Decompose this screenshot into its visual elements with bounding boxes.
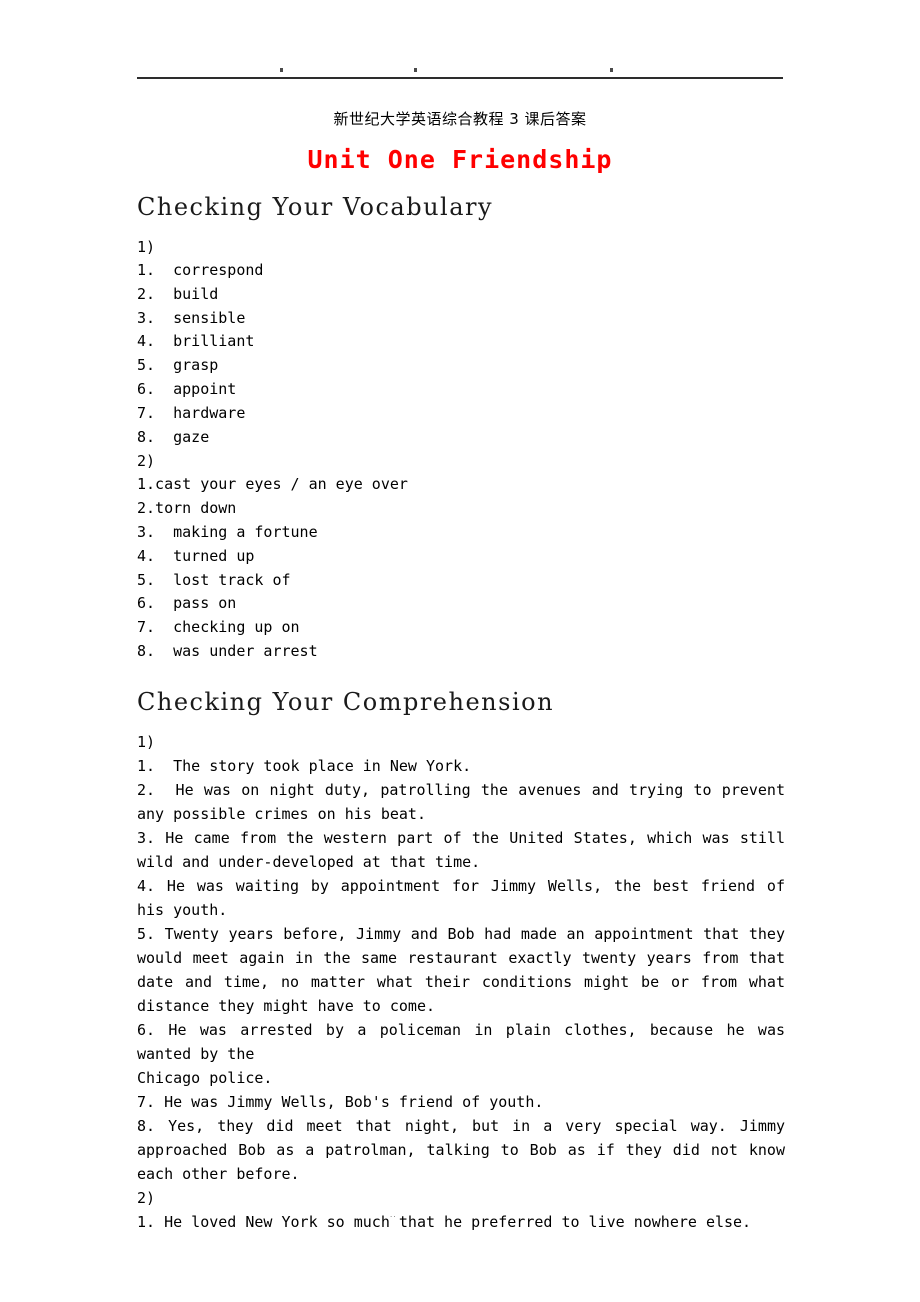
list-item: 8. gaze xyxy=(137,427,210,446)
header-divider xyxy=(137,77,783,79)
list-item: 3. He came from the western part of the … xyxy=(137,828,795,871)
list-item: 4. He was waiting by appointment for Jim… xyxy=(137,876,795,919)
document-subtitle: 新世纪大学英语综合教程 3 课后答案 xyxy=(333,110,587,128)
list-item: 2.torn down xyxy=(137,499,237,518)
document-title: Unit One Friendship xyxy=(307,145,613,174)
footer-mark-left: ·· xyxy=(138,1213,145,1221)
answer-list: 1. He loved New York so much that he pre… xyxy=(137,1210,785,1234)
page-header xyxy=(137,62,783,79)
list-item: 8. was under arrest xyxy=(137,641,318,660)
list-item: 2. He was on night duty, patrolling the … xyxy=(137,780,795,823)
list-item: 1. correspond xyxy=(137,261,264,279)
document-body: Checking Your Vocabulary 1) 1. correspon… xyxy=(137,193,785,1234)
list-item: 4. turned up xyxy=(137,546,255,565)
list-item: 1. The story took place in New York. xyxy=(137,756,472,775)
section-heading-comprehension: Checking Your Comprehension xyxy=(137,687,555,716)
footer-mark-middle: ·· xyxy=(390,1213,397,1221)
list-item: 7. He was Jimmy Wells, Bob's friend of y… xyxy=(137,1092,544,1111)
group-label: 1) xyxy=(137,238,156,256)
list-item: 8. Yes, they did meet that night, but in… xyxy=(137,1116,795,1183)
header-dot-icon xyxy=(280,68,283,72)
answer-list: 1.cast your eyes / an eye over 2.torn do… xyxy=(137,473,785,663)
answer-list: 1. correspond 2. build 3. sensible 4. br… xyxy=(137,259,785,449)
list-item: 2. build xyxy=(137,284,219,303)
header-dot-icon xyxy=(414,68,417,72)
header-dot-icon xyxy=(610,68,613,72)
group-label: 2) xyxy=(137,452,156,471)
group-label: 2) xyxy=(137,1188,156,1207)
list-item: 1.cast your eyes / an eye over xyxy=(137,475,408,494)
list-item: 6. pass on xyxy=(137,594,237,613)
list-item: 5. grasp xyxy=(137,356,219,375)
list-item: 5. lost track of xyxy=(137,570,291,589)
section-heading-vocabulary: Checking Your Vocabulary xyxy=(137,193,494,221)
document-page: 新世纪大学英语综合教程 3 课后答案 Unit One Friendship C… xyxy=(0,0,920,1302)
group-label: 1) xyxy=(137,732,156,751)
list-item: 4. brilliant xyxy=(137,332,255,351)
list-item: 3. making a fortune xyxy=(137,522,318,541)
header-dot-marks xyxy=(137,62,783,76)
list-item: 3. sensible xyxy=(137,308,246,327)
list-item: 6. He was arrested by a policeman in pla… xyxy=(137,1020,785,1087)
list-item: 1. He loved New York so much that he pre… xyxy=(137,1212,752,1231)
list-item: 5. Twenty years before, Jimmy and Bob ha… xyxy=(137,924,795,1015)
answer-list: 1. The story took place in New York. 2. … xyxy=(137,754,785,1186)
list-item: 6. appoint xyxy=(137,379,237,398)
list-item: 7. checking up on xyxy=(137,618,300,637)
list-item: 7. hardware xyxy=(137,403,246,422)
